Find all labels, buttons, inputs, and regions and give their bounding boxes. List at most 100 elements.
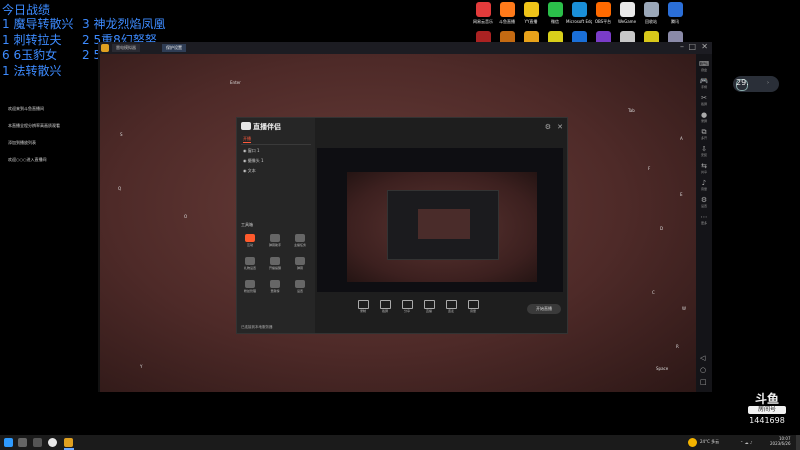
tool-button[interactable]: 贡献榜 xyxy=(264,280,286,293)
clock-date: 2023/6/26 xyxy=(770,441,791,446)
tool-button[interactable]: 开播提醒 xyxy=(264,257,286,270)
show-desktop-button[interactable] xyxy=(796,435,800,450)
task-view-icon[interactable] xyxy=(33,438,42,447)
control-label: 连麦 xyxy=(447,309,454,313)
tool-button[interactable]: 粉丝管理 xyxy=(239,280,261,293)
search-icon[interactable] xyxy=(18,438,27,447)
tool-button[interactable]: 设置 xyxy=(289,280,311,293)
desktop-icon-label: OBS平台 xyxy=(594,19,612,24)
minimize-icon[interactable]: – xyxy=(680,42,684,51)
tool-button[interactable]: 礼物设置 xyxy=(239,257,261,270)
app-title: 直播伴侣 xyxy=(253,123,281,131)
control-icon xyxy=(379,300,391,309)
sidebar-button[interactable]: ✂ 截屏 xyxy=(696,94,712,106)
windows-start-icon[interactable] xyxy=(4,438,13,447)
desktop-icon-label: 腾讯 xyxy=(671,19,679,24)
sidebar-button[interactable]: ⇩ 安装 xyxy=(696,145,712,157)
sidebar-button[interactable]: ⋯ 更多 xyxy=(696,213,712,225)
chat-line: 欢迎来到斗鱼直播间 xyxy=(8,106,44,111)
home-icon[interactable]: ○ xyxy=(700,366,706,374)
map-key-label: Tab xyxy=(628,108,635,113)
tool-button[interactable]: 弹幕助手 xyxy=(264,234,286,247)
desktop-icon-label: Microsoft Edge xyxy=(566,19,592,24)
maximize-icon[interactable]: □ xyxy=(688,42,696,51)
desktop-icon[interactable]: WeGame xyxy=(614,2,640,24)
sidebar-button[interactable]: ⚙ 设置 xyxy=(696,196,712,208)
tray-icons[interactable]: ⌃ ☁ ♪ xyxy=(740,440,752,445)
desktop-icon[interactable]: 网易云音乐 xyxy=(470,2,496,25)
app-icon xyxy=(499,2,515,17)
control-button[interactable]: 音量 xyxy=(465,300,481,313)
chrome-icon[interactable] xyxy=(48,438,57,447)
sidebar-button[interactable]: ● 录屏 xyxy=(696,111,712,123)
desktop-icon[interactable]: 腾讯 xyxy=(662,2,688,25)
chevron-right-icon[interactable]: › xyxy=(767,80,769,86)
map-key-label: Y xyxy=(140,364,143,369)
control-label: 截屏 xyxy=(381,309,388,313)
logo-icon xyxy=(241,122,251,130)
start-live-button[interactable]: 开始直播 xyxy=(527,304,561,314)
weather-icon xyxy=(688,438,697,447)
control-bar: 录制 截屏 分享 直播 连麦 音量 xyxy=(355,298,505,322)
app-icon xyxy=(595,2,611,17)
sidebar-label: 多开 xyxy=(700,136,707,140)
chat-line: 本直播全程分辨率高画质观看 xyxy=(8,123,60,128)
source-item[interactable]: ◉ 摄像头 1 xyxy=(243,158,264,164)
settings-icon[interactable]: ⚙ xyxy=(545,123,551,131)
emulator-tab[interactable]: 雷电模拟器 xyxy=(112,44,140,52)
desktop-icon[interactable]: OBS平台 xyxy=(590,2,616,25)
tool-icon xyxy=(295,280,305,288)
source-item[interactable]: ◉ 窗口 1 xyxy=(243,148,260,154)
sidebar-button[interactable]: ⧉ 多开 xyxy=(696,128,712,140)
emulator-sidebar: ⌨ 键盘 🎮 手柄 ✂ 截屏 ● 录屏 ⧉ 多开 ⇩ 安装 ⇆ 共享 ♪ 音量 ⚙ 设置 ⋯ 更多 ◁ ○ □ xyxy=(696,54,712,392)
control-button[interactable]: 录制 xyxy=(355,300,371,313)
map-key-label: S xyxy=(120,132,123,137)
desktop-icon[interactable]: 斗鱼直播 xyxy=(494,2,520,25)
source-item[interactable]: ◉ 文本 xyxy=(243,168,256,174)
tool-icon xyxy=(270,280,280,288)
tool-label: 主播任务 xyxy=(293,243,306,247)
desktop-icon[interactable]: YY直播 xyxy=(518,2,544,25)
desktop-icon[interactable]: 回收站 xyxy=(638,2,664,25)
clock[interactable]: 10:07 2023/6/26 xyxy=(770,436,791,446)
tool-label: 设置 xyxy=(296,289,303,293)
map-key-label: F xyxy=(648,166,651,171)
capture-app-window[interactable]: 直播伴侣 开播 ◉ 窗口 1 ◉ 摄像头 1 ◉ 文本 工具箱 互动 弹幕助手 主播… xyxy=(236,117,568,334)
control-button[interactable]: 直播 xyxy=(421,300,437,313)
tool-button[interactable]: 主播任务 xyxy=(289,234,311,247)
map-key-label: Q xyxy=(118,186,122,191)
folder-icon[interactable] xyxy=(64,438,73,447)
tool-label: 弹幕 xyxy=(296,266,303,270)
tool-label: 礼物设置 xyxy=(243,266,256,270)
recents-icon[interactable]: □ xyxy=(700,378,707,386)
floating-widget[interactable]: 29. › xyxy=(733,76,779,92)
app-sidebar: 直播伴侣 开播 ◉ 窗口 1 ◉ 摄像头 1 ◉ 文本 工具箱 互动 弹幕助手 主播… xyxy=(237,118,315,333)
tool-button[interactable]: 互动 xyxy=(239,234,261,247)
tool-label: 互动 xyxy=(246,243,253,247)
score-row: 1 魔导转散兴 3 神龙烈焰凤凰 xyxy=(2,16,165,32)
sidebar-button[interactable]: 🎮 手柄 xyxy=(696,77,712,89)
tab-live[interactable]: 开播 xyxy=(243,136,251,143)
desktop-icon[interactable]: 微信 xyxy=(542,2,568,25)
emulator-titlebar[interactable]: 雷电模拟器 保护设置 ✕ □ – xyxy=(98,42,712,54)
map-key-label: A xyxy=(680,136,683,141)
sidebar-button[interactable]: ⇆ 共享 xyxy=(696,162,712,174)
sidebar-button[interactable]: ⌨ 键盘 xyxy=(696,60,712,72)
back-icon[interactable]: ◁ xyxy=(700,354,705,362)
close-icon[interactable]: ✕ xyxy=(557,123,563,131)
control-button[interactable]: 截屏 xyxy=(377,300,393,313)
tool-icon xyxy=(245,280,255,288)
tool-button[interactable]: 弹幕 xyxy=(289,257,311,270)
control-button[interactable]: 分享 xyxy=(399,300,415,313)
preview-panel[interactable] xyxy=(317,148,563,292)
desktop-icon[interactable]: Microsoft Edge xyxy=(566,2,592,24)
emulator-tab[interactable]: 保护设置 xyxy=(162,44,186,52)
control-label: 录制 xyxy=(359,309,366,313)
control-button[interactable]: 连麦 xyxy=(443,300,459,313)
sidebar-button[interactable]: ♪ 音量 xyxy=(696,179,712,191)
desktop-icon-label: 回收站 xyxy=(645,19,657,24)
sidebar-icon: ♪ xyxy=(701,179,707,187)
sidebar-label: 键盘 xyxy=(700,68,707,72)
close-icon[interactable]: ✕ xyxy=(701,42,708,51)
sidebar-label: 更多 xyxy=(700,221,707,225)
